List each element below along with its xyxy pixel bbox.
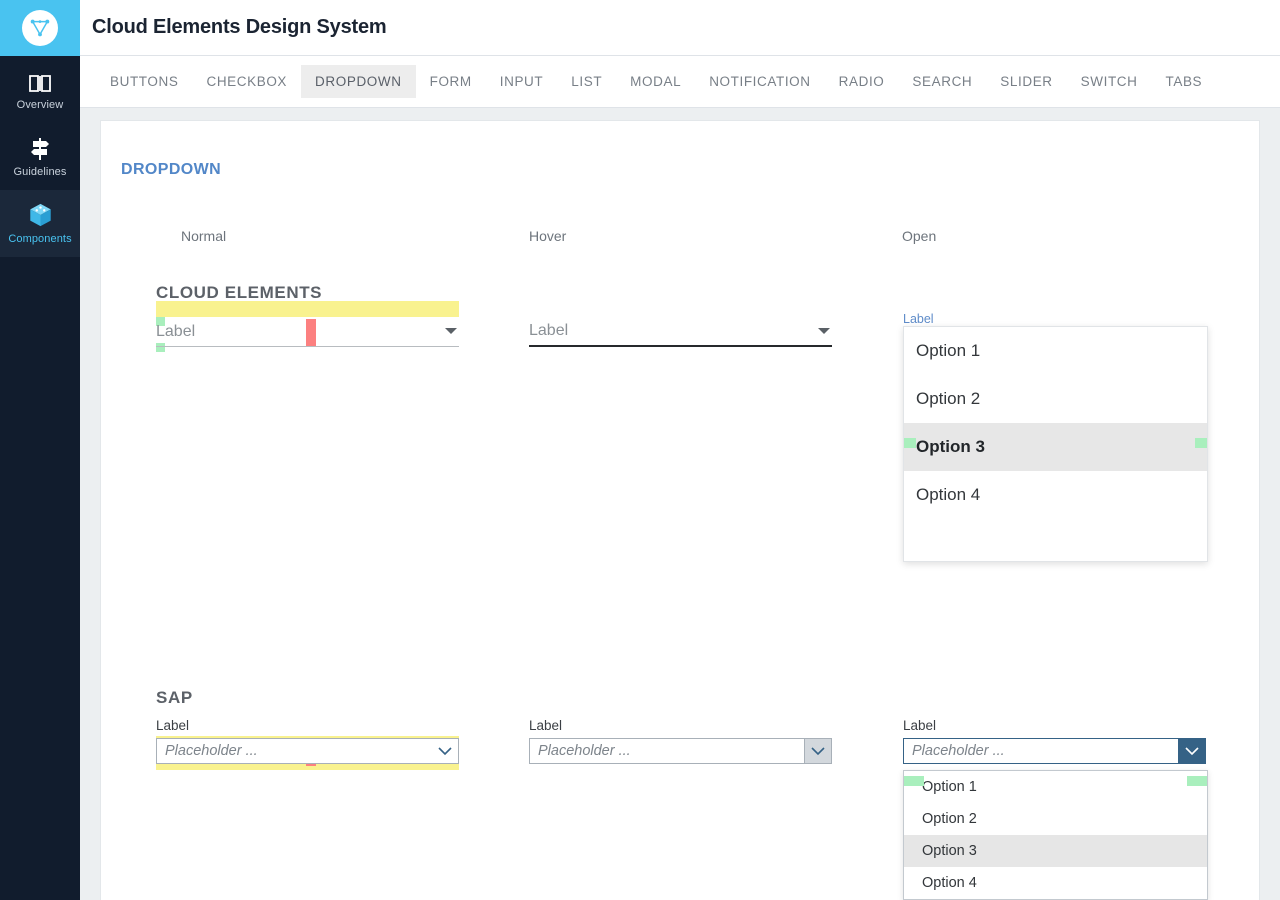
tab-switch[interactable]: SWITCH	[1067, 65, 1152, 98]
section-title-dropdown: DROPDOWN	[121, 161, 222, 178]
dropdown-sap-normal[interactable]: Label Placeholder ...	[156, 718, 459, 764]
column-header-open: Open	[902, 228, 937, 244]
annotation-green-marker	[904, 438, 916, 448]
content-panel: DROPDOWN Normal Hover Open CLOUD ELEMENT…	[100, 120, 1260, 900]
chevron-down-icon[interactable]	[431, 738, 459, 764]
tab-buttons[interactable]: BUTTONS	[96, 65, 192, 98]
cube-icon	[28, 202, 53, 228]
dropdown-open-label: Label	[903, 312, 934, 326]
sidebar-item-components[interactable]: Components	[0, 190, 80, 257]
dropdown-value: Label	[156, 322, 196, 340]
placeholder-text: Placeholder ...	[538, 743, 631, 759]
sidebar-item-label: Guidelines	[13, 166, 67, 178]
left-sidebar: Overview Guidelines Components	[0, 0, 80, 900]
triangle-down-icon	[818, 328, 830, 334]
dropdown-field[interactable]: Placeholder ...	[903, 738, 1206, 764]
signpost-icon	[28, 135, 52, 161]
annotation-green-marker	[1187, 776, 1207, 786]
page-title: Cloud Elements Design System	[92, 16, 387, 38]
dropdown-cloud-elements-normal[interactable]: Label	[156, 317, 459, 347]
dropdown-cloud-elements-open-list[interactable]: Option 1 Option 2 Option 3 Option 4	[903, 326, 1208, 562]
column-header-normal: Normal	[181, 228, 227, 244]
section-heading-sap: SAP	[156, 688, 193, 707]
list-item[interactable]: Option 3	[904, 835, 1207, 867]
sidebar-item-label: Overview	[16, 99, 64, 111]
list-item[interactable]: Option 1	[904, 771, 1207, 803]
chevron-down-icon[interactable]	[804, 738, 832, 764]
list-item[interactable]: Option 4	[904, 867, 1207, 899]
tab-radio[interactable]: RADIO	[825, 65, 899, 98]
dropdown-cloud-elements-hover[interactable]: Label	[529, 317, 832, 347]
annotation-green-marker	[1195, 438, 1207, 448]
tab-slider[interactable]: SLIDER	[986, 65, 1066, 98]
placeholder-text: Placeholder ...	[912, 743, 1005, 759]
list-bottom-padding	[904, 519, 1207, 561]
list-item[interactable]: Option 2	[904, 803, 1207, 835]
app-header: Cloud Elements Design System	[80, 0, 1280, 56]
tab-search[interactable]: SEARCH	[898, 65, 986, 98]
list-item[interactable]: Option 4	[904, 471, 1207, 519]
field-label: Label	[903, 718, 937, 733]
book-icon	[28, 68, 52, 94]
tab-tabs[interactable]: TABS	[1152, 65, 1217, 98]
tab-dropdown[interactable]: DROPDOWN	[301, 65, 416, 98]
triangle-down-icon	[445, 328, 457, 334]
dropdown-sap-hover[interactable]: Label Placeholder ...	[529, 718, 832, 764]
annotation-yellow-bar	[156, 301, 459, 317]
tab-input[interactable]: INPUT	[486, 65, 558, 98]
list-item[interactable]: Option 2	[904, 375, 1207, 423]
tab-modal[interactable]: MODAL	[616, 65, 695, 98]
component-tabbar: BUTTONS CHECKBOX DROPDOWN FORM INPUT LIS…	[80, 56, 1280, 108]
dropdown-sap-open-list[interactable]: Option 1 Option 2 Option 3 Option 4	[903, 770, 1208, 900]
sidebar-item-label: Components	[8, 233, 72, 245]
column-header-hover: Hover	[529, 228, 567, 244]
sidebar-item-overview[interactable]: Overview	[0, 56, 80, 123]
tab-notification[interactable]: NOTIFICATION	[695, 65, 824, 98]
annotation-green-marker	[904, 776, 924, 786]
dropdown-sap-open[interactable]: Label Placeholder ...	[903, 718, 1206, 764]
list-item[interactable]: Option 1	[904, 327, 1207, 375]
tab-list[interactable]: LIST	[557, 65, 616, 98]
dropdown-field[interactable]: Label	[529, 317, 832, 347]
chevron-down-icon[interactable]	[1178, 738, 1206, 764]
field-label: Label	[156, 718, 190, 733]
cloud-elements-logo-icon	[22, 10, 58, 46]
field-label: Label	[529, 718, 563, 733]
dropdown-value: Label	[529, 322, 569, 339]
content-background: DROPDOWN Normal Hover Open CLOUD ELEMENT…	[80, 108, 1280, 900]
tab-form[interactable]: FORM	[416, 65, 486, 98]
section-heading-cloud-elements: CLOUD ELEMENTS	[156, 283, 323, 302]
app-logo[interactable]	[0, 0, 80, 56]
app-root: Overview Guidelines Components Cloud Ele…	[0, 0, 1280, 900]
dropdown-field[interactable]: Label	[156, 317, 459, 347]
sidebar-item-guidelines[interactable]: Guidelines	[0, 123, 80, 190]
dropdown-field[interactable]: Placeholder ...	[529, 738, 832, 764]
dropdown-field[interactable]: Placeholder ...	[156, 738, 459, 764]
tab-checkbox[interactable]: CHECKBOX	[192, 65, 301, 98]
placeholder-text: Placeholder ...	[165, 743, 258, 759]
list-item[interactable]: Option 3	[904, 423, 1207, 471]
